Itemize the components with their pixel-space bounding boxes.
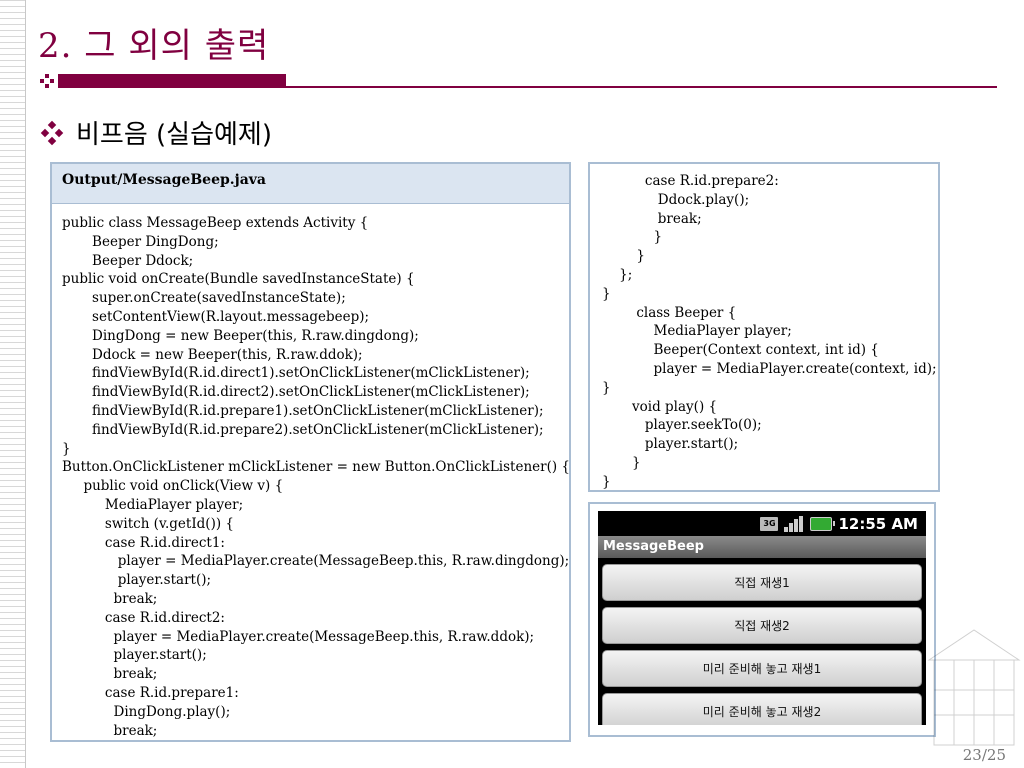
phone-screen: 3G 12:55 AM MessageBeep 직접 재생1 직접 재생2 미리… — [598, 511, 926, 725]
code-line: case R.id.prepare2: — [602, 173, 779, 189]
code-line: } — [602, 454, 641, 471]
direct-play-2-button[interactable]: 직접 재생2 — [602, 607, 922, 644]
code-line: player.seekTo(0); — [602, 417, 762, 434]
code-line: Ddock.play(); — [602, 191, 750, 208]
prepare-play-1-button[interactable]: 미리 준비해 놓고 재생1 — [602, 650, 922, 687]
signal-icon — [784, 515, 804, 532]
code-line: player.start(); — [62, 647, 207, 664]
code-lines-left: public class MessageBeep extends Activit… — [52, 204, 569, 740]
bullet-item: 비프음 (실습예제) — [40, 114, 272, 151]
code-line: DingDong.play(); — [62, 703, 231, 720]
title-ornament-icon — [40, 74, 54, 88]
phone-screenshot-frame: 3G 12:55 AM MessageBeep 직접 재생1 직접 재생2 미리… — [588, 502, 936, 737]
page-number: 23/25 — [962, 746, 1006, 764]
building-watermark-icon — [927, 629, 1021, 746]
code-panel-left: Output/MessageBeep.java public class Mes… — [50, 162, 571, 742]
code-line: } — [602, 248, 645, 265]
code-line: } — [602, 229, 663, 246]
code-line: findViewById(R.id.prepare1).setOnClickLi… — [62, 402, 544, 419]
code-line: void play() { — [602, 398, 718, 415]
code-line: Beeper(Context context, int id) { — [602, 342, 879, 359]
bullet-text: 비프음 (실습예제) — [76, 120, 272, 150]
code-line: break; — [62, 590, 158, 607]
code-line: DingDong = new Beeper(this, R.raw.dingdo… — [62, 327, 419, 344]
code-line: switch (v.getId()) { — [62, 515, 234, 532]
status-bar: 3G 12:55 AM — [598, 511, 926, 536]
status-time: 12:55 AM — [838, 514, 918, 533]
code-line: player = MediaPlayer.create(context, id)… — [602, 360, 937, 377]
code-line: } — [602, 379, 611, 396]
code-line: public void onClick(View v) { — [62, 478, 284, 495]
code-line: }; — [602, 266, 633, 283]
code-filename: Output/MessageBeep.java — [52, 164, 569, 204]
code-line: public class MessageBeep extends Activit… — [62, 215, 369, 231]
code-line: super.onCreate(savedInstanceState); — [62, 290, 346, 307]
prepare-play-2-button[interactable]: 미리 준비해 놓고 재생2 — [602, 693, 922, 725]
code-line: player = MediaPlayer.create(MessageBeep.… — [62, 553, 570, 570]
app-body: 직접 재생1 직접 재생2 미리 준비해 놓고 재생1 미리 준비해 놓고 재생… — [598, 558, 926, 725]
code-line: break; — [62, 722, 158, 739]
code-line: MediaPlayer player; — [602, 323, 792, 340]
title-underline-thin — [286, 86, 997, 88]
code-line: player.start(); — [62, 572, 212, 589]
code-line: public void onCreate(Bundle savedInstanc… — [62, 271, 415, 288]
code-line: Button.OnClickListener mClickListener = … — [62, 459, 571, 476]
code-line: setContentView(R.layout.messagebeep); — [62, 308, 370, 325]
code-line: } — [602, 285, 611, 302]
diamond-bullet-icon — [40, 120, 64, 145]
code-line: Beeper Ddock; — [62, 252, 194, 269]
code-line: findViewById(R.id.direct2).setOnClickLis… — [62, 384, 530, 401]
slide-title: 2. 그 외의 출력 — [38, 26, 270, 66]
code-line: Ddock = new Beeper(this, R.raw.ddok); — [62, 346, 363, 363]
network-3g-icon: 3G — [760, 516, 779, 531]
code-line: MediaPlayer player; — [62, 496, 244, 513]
code-panel-right: case R.id.prepare2: Ddock.play(); break;… — [588, 162, 940, 492]
code-line: } — [602, 473, 611, 490]
code-line: findViewById(R.id.direct1).setOnClickLis… — [62, 365, 530, 382]
direct-play-1-button[interactable]: 직접 재생1 — [602, 564, 922, 601]
left-stripe-decoration — [0, 0, 26, 768]
code-line: player = MediaPlayer.create(MessageBeep.… — [62, 628, 535, 645]
code-line: break; — [602, 210, 702, 227]
code-line: player.start(); — [602, 436, 739, 453]
code-line: Beeper DingDong; — [62, 233, 219, 250]
code-line: case R.id.direct1: — [62, 534, 225, 551]
code-line: class Beeper { — [602, 304, 737, 321]
code-line: findViewById(R.id.prepare2).setOnClickLi… — [62, 421, 544, 438]
code-line: } — [62, 440, 71, 457]
code-line: case R.id.prepare1: — [62, 684, 239, 701]
title-underline-thick — [58, 74, 286, 88]
code-line: break; — [62, 666, 158, 683]
battery-icon — [810, 516, 836, 531]
app-title: MessageBeep — [598, 536, 926, 558]
code-line: case R.id.direct2: — [62, 609, 225, 626]
